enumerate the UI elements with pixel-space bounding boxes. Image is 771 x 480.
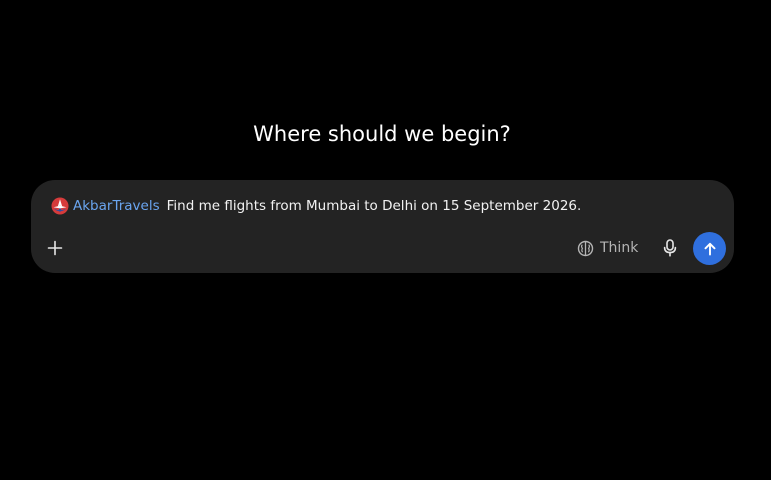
add-button[interactable] (44, 237, 66, 259)
send-button[interactable] (693, 232, 726, 265)
akbar-travels-logo-icon (51, 197, 69, 215)
app-mention-chip[interactable]: AkbarTravels (51, 197, 160, 215)
microphone-button[interactable] (659, 237, 681, 259)
app-name: AkbarTravels (73, 198, 160, 214)
chat-home: Where should we begin? AkbarTravels Find… (0, 0, 771, 480)
plus-icon (47, 240, 63, 256)
microphone-icon (663, 239, 677, 257)
prompt-text[interactable]: Find me flights from Mumbai to Delhi on … (167, 198, 582, 214)
think-button[interactable]: Think (577, 237, 638, 259)
page-title: Where should we begin? (253, 122, 511, 146)
composer[interactable]: AkbarTravels Find me flights from Mumbai… (31, 180, 734, 273)
prompt-line[interactable]: AkbarTravels Find me flights from Mumbai… (51, 196, 581, 216)
arrow-up-icon (704, 242, 715, 255)
think-label: Think (600, 240, 639, 256)
brain-icon (577, 240, 594, 256)
